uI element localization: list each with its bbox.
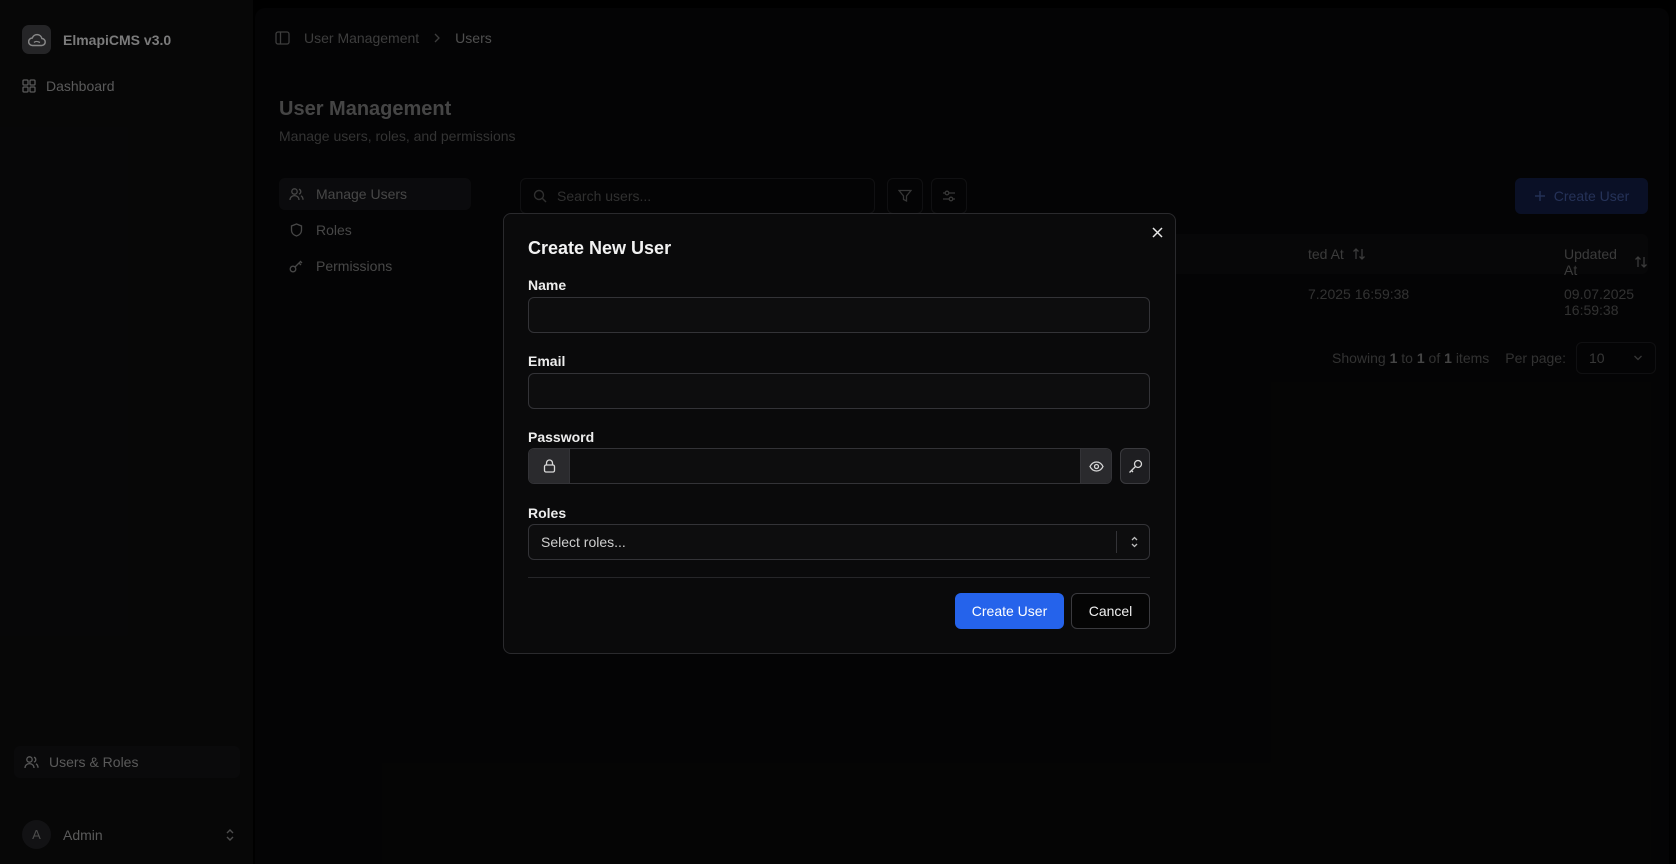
create-user-button[interactable]: Create User <box>955 593 1064 629</box>
password-group <box>528 448 1112 484</box>
email-field[interactable] <box>528 373 1150 409</box>
chevron-up-down-icon <box>1130 535 1139 549</box>
close-icon <box>1151 226 1163 238</box>
roles-label: Roles <box>528 505 567 521</box>
roles-placeholder: Select roles... <box>541 534 626 550</box>
password-field[interactable] <box>570 449 1080 483</box>
create-user-dialog: Create New User Name Email Password Role… <box>503 213 1176 654</box>
dialog-divider <box>528 577 1150 578</box>
password-label: Password <box>528 429 595 445</box>
lock-icon <box>529 449 570 483</box>
select-divider <box>1116 531 1117 553</box>
generate-password-button[interactable] <box>1120 448 1150 484</box>
toggle-password-visibility-button[interactable] <box>1080 449 1111 483</box>
email-label: Email <box>528 353 566 369</box>
cancel-button[interactable]: Cancel <box>1071 593 1150 629</box>
roles-select[interactable]: Select roles... <box>528 524 1150 560</box>
eye-icon <box>1088 460 1104 472</box>
close-button[interactable] <box>1148 223 1166 241</box>
name-field[interactable] <box>528 297 1150 333</box>
key-icon <box>1128 459 1143 474</box>
name-label: Name <box>528 277 567 293</box>
app-root: ElmapiCMS v3.0 Dashboard Users & Roles A… <box>0 0 1676 864</box>
dialog-title: Create New User <box>528 238 672 258</box>
